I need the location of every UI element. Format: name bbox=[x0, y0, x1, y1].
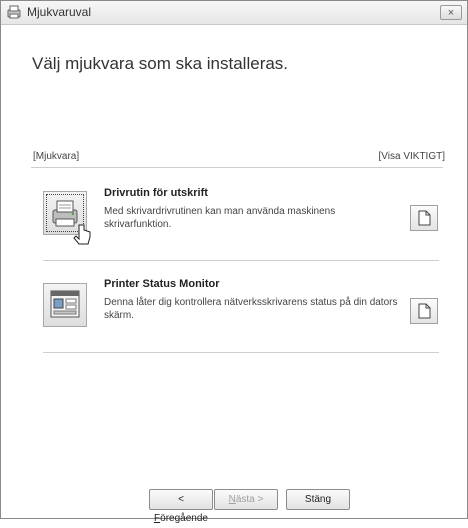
important-column-header: [Visa VIKTIGT] bbox=[378, 151, 446, 162]
status-monitor-readme-button[interactable] bbox=[410, 298, 438, 324]
app-icon bbox=[6, 4, 22, 20]
close-button[interactable]: Stäng bbox=[286, 489, 350, 510]
document-icon bbox=[418, 303, 431, 319]
next-button[interactable]: Nästa > bbox=[214, 489, 278, 510]
back-button[interactable]: < Föregående bbox=[149, 489, 213, 524]
back-button-prefix: < bbox=[178, 494, 184, 505]
installer-window: Mjukvaruval × Välj mjukvara som ska inst… bbox=[0, 0, 468, 524]
title-bar: Mjukvaruval × bbox=[1, 1, 467, 25]
mouse-pointer-icon bbox=[73, 223, 93, 254]
item-divider-bottom bbox=[43, 352, 439, 353]
window-title: Mjukvaruval bbox=[27, 5, 92, 19]
printer-driver-title: Drivrutin för utskrift bbox=[104, 187, 208, 199]
next-button-label: ästa > bbox=[235, 494, 264, 505]
page-heading: Välj mjukvara som ska installeras. bbox=[32, 54, 289, 73]
document-icon bbox=[418, 210, 431, 226]
item-divider bbox=[43, 260, 439, 261]
window-close-button[interactable]: × bbox=[440, 5, 462, 20]
status-monitor-description: Denna låter dig kontrollera nätverksskri… bbox=[104, 297, 398, 321]
printer-driver-readme-button[interactable] bbox=[410, 205, 438, 231]
header-divider bbox=[31, 167, 443, 168]
status-monitor-install-button[interactable] bbox=[43, 283, 87, 327]
next-button-mnemonic: N bbox=[228, 494, 236, 505]
printer-driver-description: Med skrivardrivrutinen kan man använda m… bbox=[104, 206, 336, 230]
status-monitor-icon bbox=[50, 290, 80, 318]
software-column-header: [Mjukvara] bbox=[33, 151, 80, 162]
status-monitor-title: Printer Status Monitor bbox=[104, 278, 220, 290]
